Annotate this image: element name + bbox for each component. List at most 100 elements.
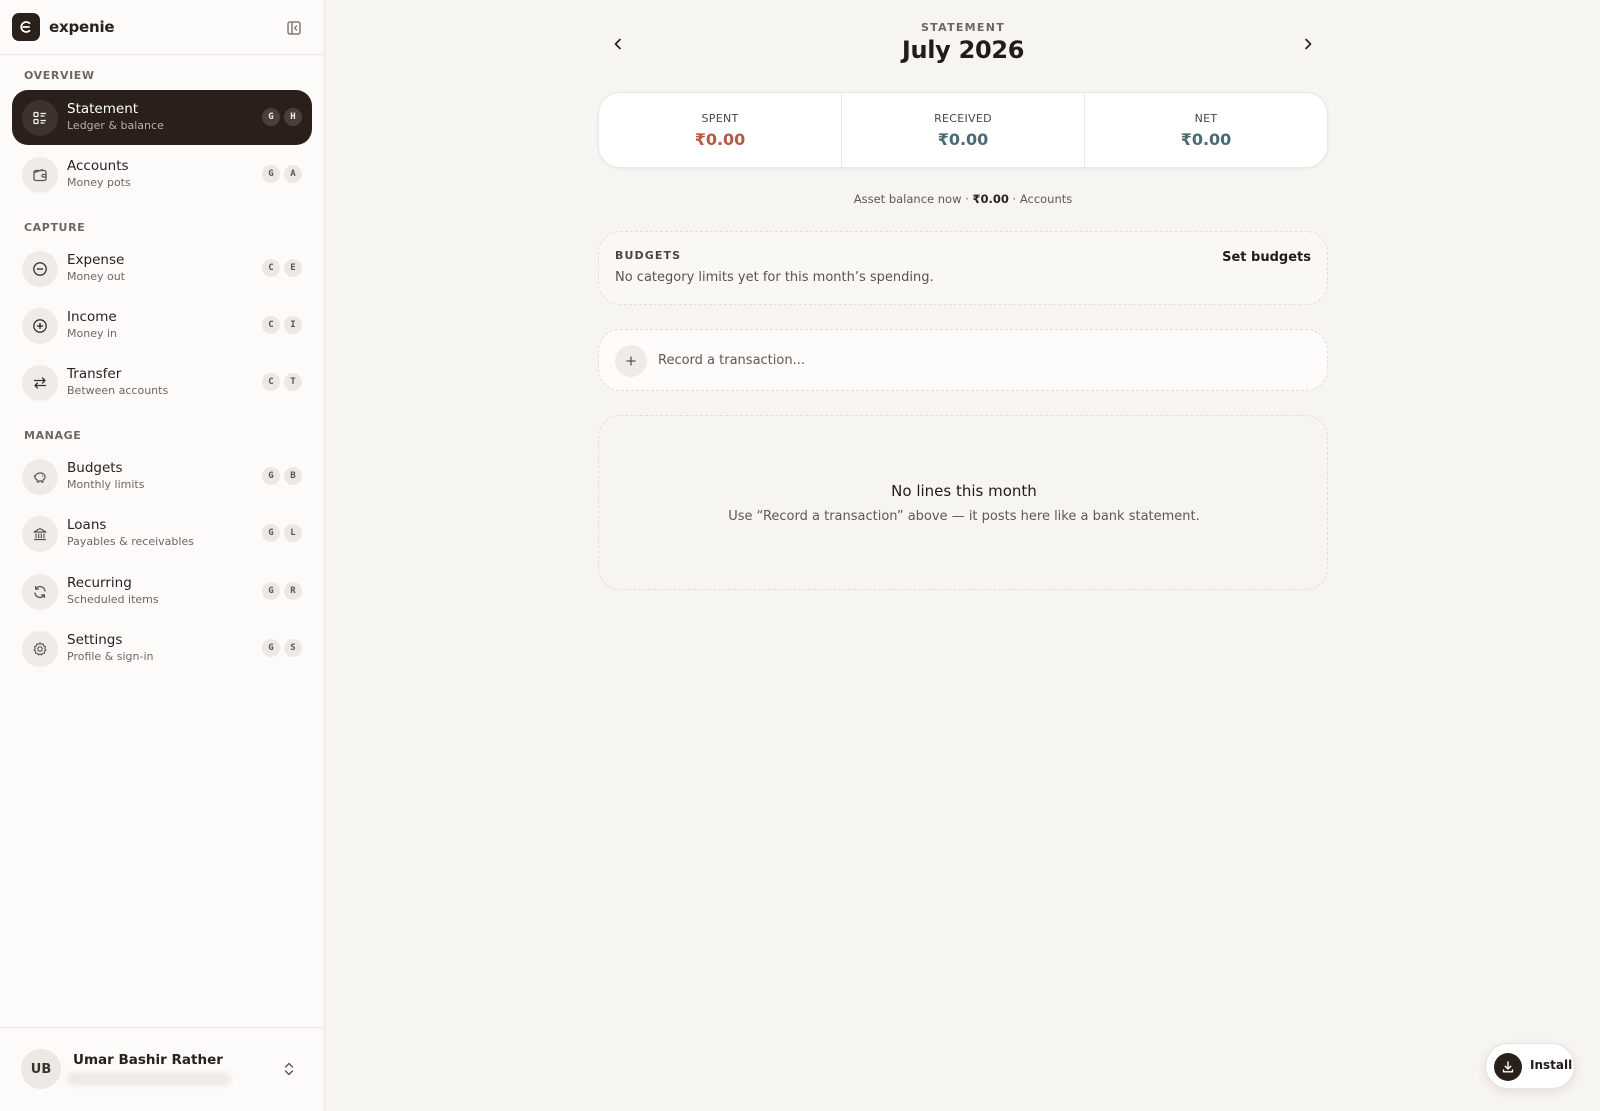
sidebar-item-title: Expense (67, 252, 125, 268)
refresh-icon (22, 574, 58, 610)
summary-label: NET (1194, 111, 1218, 125)
sidebar-item-recurring[interactable]: Recurring Scheduled items G R (12, 564, 312, 619)
wallet-icon (22, 157, 58, 193)
summary-label: RECEIVED (934, 111, 992, 125)
summary-card: SPENT ₹0.00 RECEIVED ₹0.00 NET ₹0.00 (598, 92, 1328, 168)
minus-circle-icon (22, 251, 58, 287)
install-button[interactable]: Install (1485, 1043, 1575, 1089)
summary-spent: SPENT ₹0.00 (599, 93, 842, 167)
summary-received: RECEIVED ₹0.00 (842, 93, 1085, 167)
expenie-logo-icon (12, 13, 40, 41)
shortcut-keys: G L (262, 524, 302, 542)
sidebar-item-title: Income (67, 309, 117, 325)
chevron-up-down-icon (284, 1062, 294, 1076)
shortcut-key: L (284, 524, 302, 542)
divider (0, 1027, 325, 1028)
sidebar-item-accounts[interactable]: Accounts Money pots G A (12, 147, 312, 202)
shortcut-keys: C E (262, 259, 302, 277)
shortcut-keys: G B (262, 467, 302, 485)
statement-label: STATEMENT (920, 21, 1006, 34)
sidebar-item-subtitle: Payables & receivables (67, 535, 194, 548)
budgets-card: BUDGETS No category limits yet for this … (598, 231, 1328, 305)
shortcut-key: E (284, 259, 302, 277)
download-icon (1494, 1053, 1522, 1081)
brand[interactable]: expenie (12, 13, 115, 41)
sidebar-item-loans[interactable]: Loans Payables & receivables G L (12, 506, 312, 561)
shortcut-key: G (262, 582, 280, 600)
sidebar-item-transfer[interactable]: Transfer Between accounts C T (12, 355, 312, 410)
summary-value: ₹0.00 (937, 129, 989, 149)
summary-net: NET ₹0.00 (1085, 93, 1327, 167)
sidebar-item-subtitle: Money out (67, 270, 125, 283)
user-name: Umar Bashir Rather (73, 1052, 223, 1068)
user-menu[interactable]: UB Umar Bashir Rather (21, 1049, 306, 1091)
sidebar-item-subtitle: Profile & sign-in (67, 650, 154, 663)
shortcut-key: G (262, 639, 280, 657)
section-label-capture: CAPTURE (24, 221, 86, 234)
shortcut-key: I (284, 316, 302, 334)
sidebar-item-income[interactable]: Income Money in C I (12, 298, 312, 353)
shortcut-keys: C T (262, 373, 302, 391)
sidebar-item-subtitle: Between accounts (67, 384, 169, 397)
shortcut-key: A (284, 165, 302, 183)
shortcut-key: H (284, 108, 302, 126)
empty-state-card: No lines this month Use “Record a transa… (598, 415, 1328, 590)
shortcut-key: S (284, 639, 302, 657)
shortcut-keys: G A (262, 165, 302, 183)
statement-icon (22, 100, 58, 136)
shortcut-keys: G R (262, 582, 302, 600)
shortcut-key: G (262, 524, 280, 542)
bank-icon (22, 516, 58, 552)
sidebar: expenie OVERVIEW Statement Ledger & bala… (0, 0, 325, 1111)
sidebar-item-subtitle: Ledger & balance (67, 119, 164, 132)
shortcut-key: B (284, 467, 302, 485)
transfer-arrows-icon (22, 365, 58, 401)
sidebar-item-title: Transfer (67, 366, 122, 382)
asset-balance-suffix: · Accounts (1008, 192, 1073, 206)
sidebar-item-subtitle: Monthly limits (67, 478, 145, 491)
sidebar-item-subtitle: Money pots (67, 176, 131, 189)
budgets-empty-text: No category limits yet for this month’s … (615, 270, 934, 285)
sidebar-item-title: Recurring (67, 575, 132, 591)
avatar: UB (21, 1049, 61, 1089)
sidebar-item-title: Budgets (67, 460, 123, 476)
sidebar-item-title: Accounts (67, 158, 129, 174)
sidebar-item-statement[interactable]: Statement Ledger & balance G H (12, 90, 312, 145)
shortcut-keys: G H (262, 108, 302, 126)
piggy-bank-icon (22, 459, 58, 495)
plus-icon (615, 345, 647, 377)
sidebar-toggle-icon (287, 21, 301, 35)
record-transaction-input[interactable]: Record a transaction... (598, 329, 1328, 391)
shortcut-key: C (262, 373, 280, 391)
summary-label: SPENT (701, 111, 739, 125)
shortcut-key: G (262, 467, 280, 485)
sidebar-item-expense[interactable]: Expense Money out C E (12, 241, 312, 296)
section-label-manage: MANAGE (24, 429, 82, 442)
page-title: July 2026 (901, 36, 1025, 64)
shortcut-key: T (284, 373, 302, 391)
gear-icon (22, 631, 58, 667)
sidebar-item-budgets[interactable]: Budgets Monthly limits G B (12, 449, 312, 504)
shortcut-key: R (284, 582, 302, 600)
shortcut-keys: G S (262, 639, 302, 657)
shortcut-key: C (262, 259, 280, 277)
shortcut-key: G (262, 108, 280, 126)
sidebar-item-subtitle: Scheduled items (67, 593, 159, 606)
summary-value: ₹0.00 (694, 129, 746, 149)
empty-state-title: No lines this month (891, 482, 1037, 500)
summary-value: ₹0.00 (1180, 129, 1232, 149)
asset-balance-amount: ₹0.00 (972, 192, 1009, 206)
section-label-overview: OVERVIEW (24, 69, 95, 82)
set-budgets-button[interactable]: Set budgets (1222, 250, 1311, 265)
app-name: expenie (49, 18, 115, 36)
asset-balance-line: Asset balance now · ₹0.00 · Accounts (326, 192, 1600, 206)
sidebar-item-subtitle: Money in (67, 327, 117, 340)
collapse-sidebar-button[interactable] (286, 20, 302, 36)
sidebar-item-title: Settings (67, 632, 123, 648)
main-content: STATEMENT July 2026 SPENT ₹0.00 RECEIVED… (326, 0, 1600, 1111)
sidebar-item-settings[interactable]: Settings Profile & sign-in G S (12, 621, 312, 676)
shortcut-key: G (262, 165, 280, 183)
plus-circle-icon (22, 308, 58, 344)
asset-balance-prefix: Asset balance now · (853, 192, 973, 206)
divider (0, 54, 325, 55)
